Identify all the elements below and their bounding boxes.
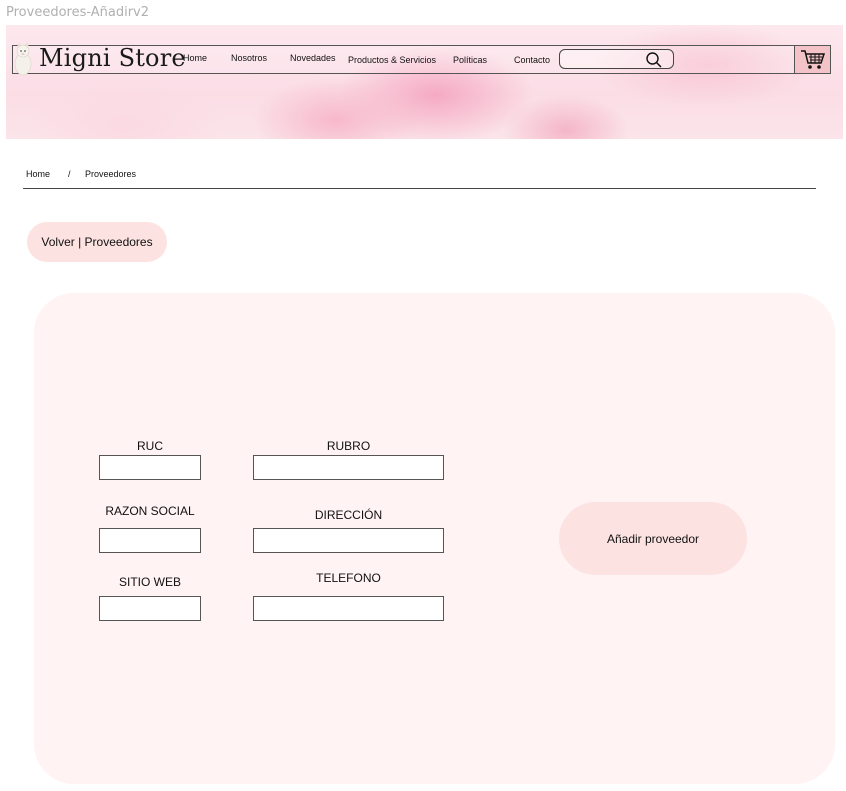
breadcrumb-home[interactable]: Home (26, 169, 50, 179)
direccion-field[interactable] (253, 528, 444, 553)
telefono-label: TELEFONO (316, 571, 381, 585)
add-provider-button[interactable]: Añadir proveedor (559, 502, 747, 575)
frame-title: Proveedores-Añadirv2 (6, 5, 150, 20)
ruc-label: RUC (137, 439, 163, 453)
ruc-field[interactable] (99, 455, 201, 480)
breadcrumb-separator: / (68, 169, 71, 179)
back-to-proveedores-button[interactable]: Volver | Proveedores (27, 222, 167, 262)
search-input[interactable] (559, 49, 674, 69)
telefono-field[interactable] (253, 596, 444, 621)
breadcrumb-divider (23, 188, 816, 189)
nav-home[interactable]: Home (183, 53, 207, 63)
sitio-web-label: SITIO WEB (118, 575, 181, 589)
alpaca-logo[interactable] (13, 42, 33, 76)
razon-social-field[interactable] (99, 528, 201, 553)
rubro-label: RUBRO (326, 439, 371, 453)
cart-button[interactable] (794, 45, 831, 74)
breadcrumb-current: Proveedores (85, 169, 137, 179)
nav-productos-servicios[interactable]: Productos & Servicios (348, 55, 436, 65)
nav-nosotros[interactable]: Nosotros (231, 53, 267, 63)
direccion-label: DIRECCIÓN (314, 508, 383, 522)
cart-icon (801, 50, 826, 69)
rubro-field[interactable] (253, 455, 444, 480)
sitio-web-field[interactable] (99, 596, 201, 621)
nav-contacto[interactable]: Contacto (514, 55, 550, 65)
brand-name[interactable]: Migni Store (39, 44, 186, 72)
nav-novedades[interactable]: Novedades (290, 53, 336, 63)
hero-banner (6, 25, 843, 139)
search-icon[interactable] (645, 51, 663, 69)
nav-politicas[interactable]: Políticas (453, 55, 487, 65)
razon-social-label: RAZON SOCIAL (105, 504, 195, 518)
